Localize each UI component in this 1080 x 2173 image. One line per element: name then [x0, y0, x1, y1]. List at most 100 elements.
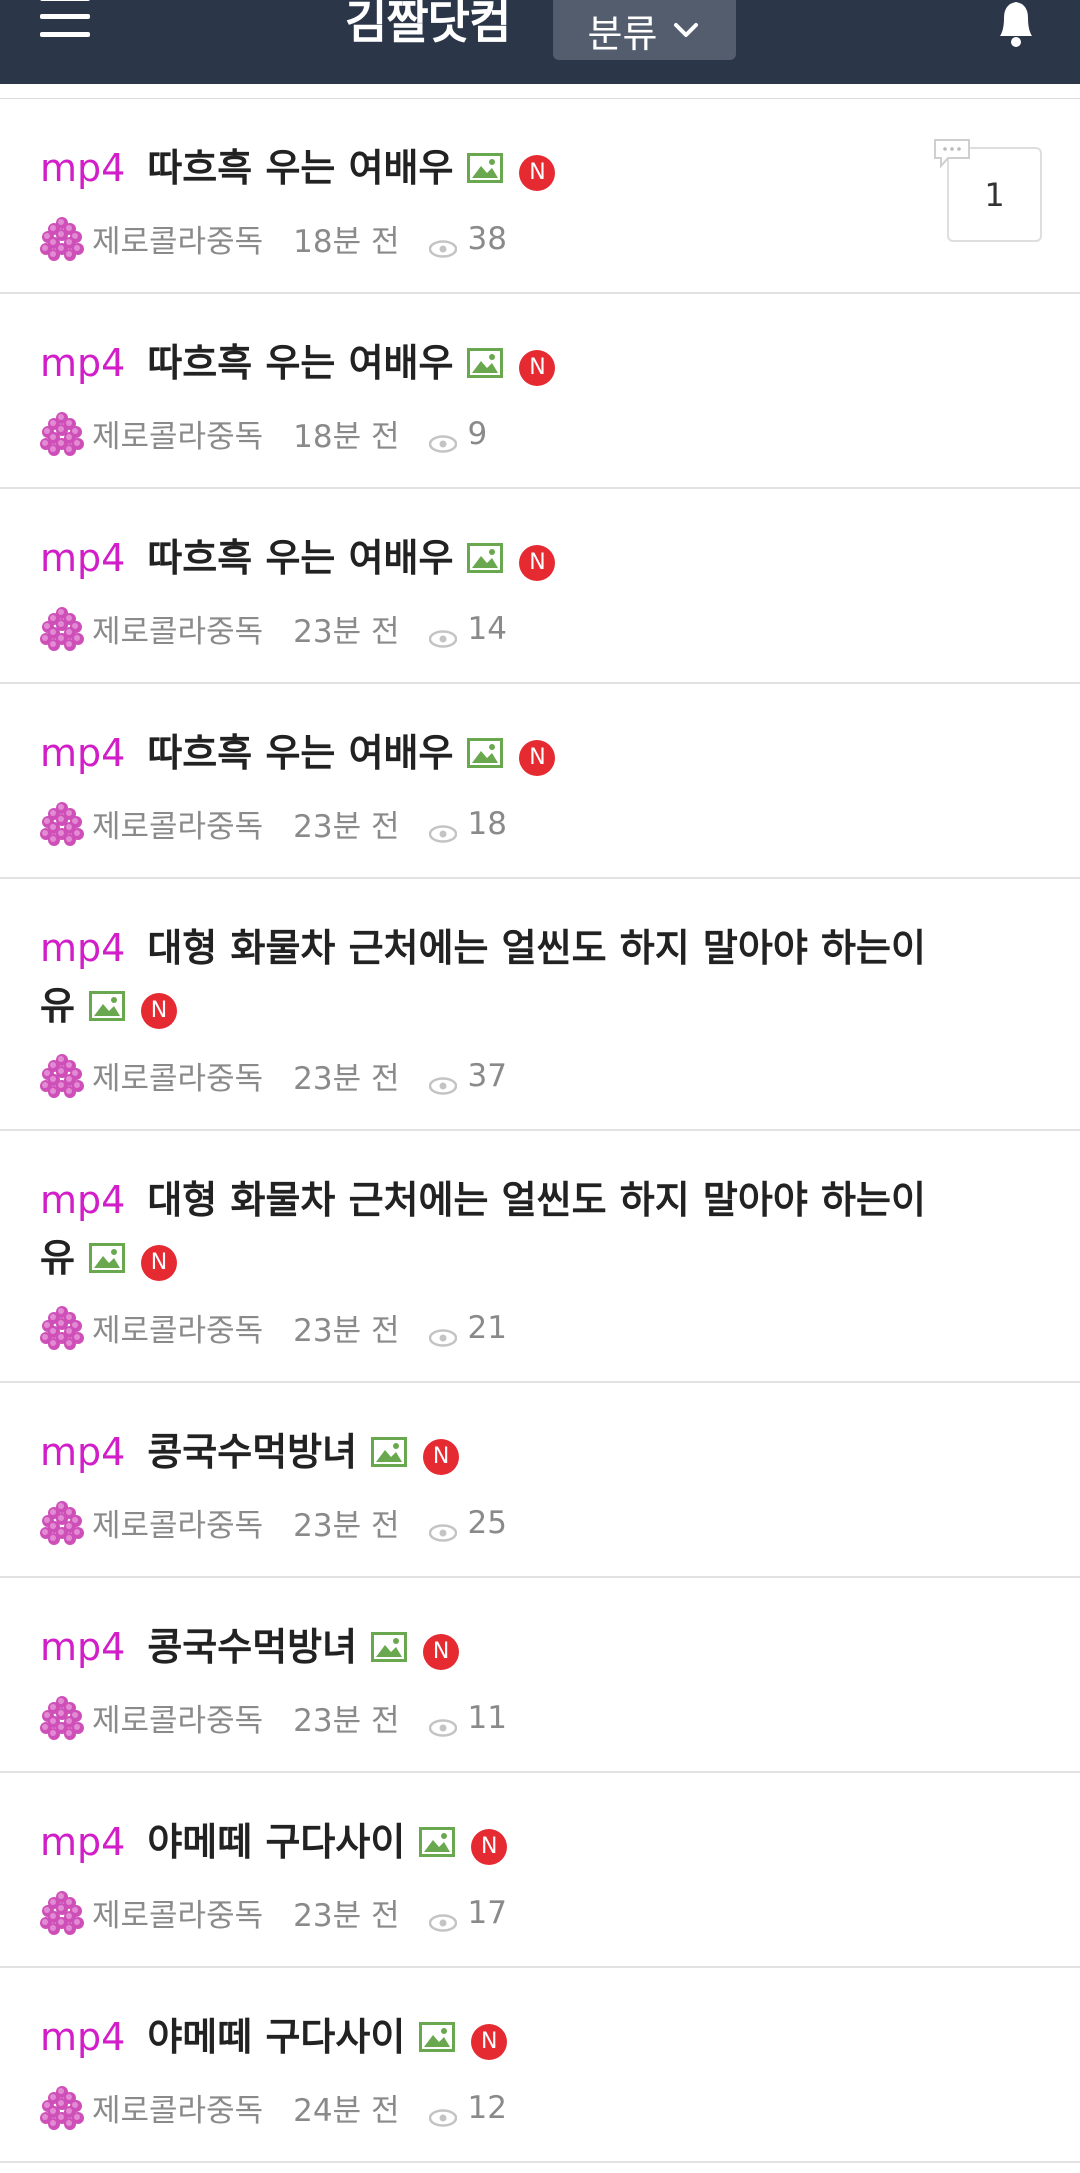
post-title-line[interactable]: mp4 따흐흑 우는 여배우 N [40, 139, 960, 197]
author-name[interactable]: 제로콜라중독 [92, 801, 263, 846]
eye-icon [429, 425, 458, 453]
post-tag[interactable]: mp4 [40, 1625, 125, 1669]
author-name[interactable]: 제로콜라중독 [92, 1305, 263, 1350]
list-item[interactable]: mp4 대형 화물차 근처에는 얼씬도 하지 말아야 하는이유 N 제로콜라중독 23분… [0, 1131, 1080, 1383]
post-title-line[interactable]: mp4 따흐흑 우는 여배우 N [40, 334, 960, 392]
bell-icon[interactable] [992, 0, 1040, 50]
post-time: 18분 전 [293, 419, 400, 455]
post-meta: 제로콜라중독 23분 전 37 [40, 1053, 507, 1098]
avatar[interactable] [40, 411, 84, 456]
view-count: 9 [467, 415, 488, 452]
list-item[interactable]: mp4 따흐흑 우는 여배우 N 제로콜라중독 18분 전 38 1 [0, 99, 1080, 294]
category-label: 분류 [587, 11, 658, 56]
image-icon [88, 1231, 125, 1273]
image-icon [88, 979, 125, 1021]
comment-bubble-icon [932, 137, 972, 169]
view-count: 38 [467, 220, 507, 257]
new-badge: N [140, 993, 177, 1029]
post-time: 18분 전 [293, 224, 400, 260]
post-title[interactable]: 따흐흑 우는 여배우 [147, 536, 453, 580]
avatar[interactable] [40, 216, 84, 261]
list-item[interactable]: mp4 따흐흑 우는 여배우 N 제로콜라중독 23분 전 18 [0, 684, 1080, 879]
site-title[interactable]: 김짤닷컴 [345, 0, 511, 52]
post-list: mp4 따흐흑 우는 여배우 N 제로콜라중독 18분 전 38 1 mp4 따흐흑 우는 여배… [0, 99, 1080, 2163]
avatar[interactable] [40, 801, 84, 846]
list-item[interactable]: mp4 콩국수먹방녀 N 제로콜라중독 23분 전 11 [0, 1578, 1080, 1773]
post-tag[interactable]: mp4 [40, 1178, 125, 1222]
list-item[interactable]: mp4 콩국수먹방녀 N 제로콜라중독 23분 전 25 [0, 1383, 1080, 1578]
post-title-line[interactable]: mp4 대형 화물차 근처에는 얼씬도 하지 말아야 하는이유 N [40, 919, 960, 1035]
new-badge: N [471, 2024, 508, 2060]
post-title[interactable]: 야메떼 구다사이 [147, 1820, 405, 1864]
list-item[interactable]: mp4 따흐흑 우는 여배우 N 제로콜라중독 18분 전 9 [0, 294, 1080, 489]
image-icon [467, 531, 504, 573]
eye-icon [429, 1067, 458, 1095]
post-tag[interactable]: mp4 [40, 341, 125, 385]
author-name[interactable]: 제로콜라중독 [92, 1695, 263, 1740]
post-tag[interactable]: mp4 [40, 1430, 125, 1474]
author-name[interactable]: 제로콜라중독 [92, 1500, 263, 1545]
avatar[interactable] [40, 1890, 84, 1935]
eye-icon [429, 1319, 458, 1347]
category-dropdown[interactable]: 분류 [553, 0, 736, 60]
post-title-line[interactable]: mp4 콩국수먹방녀 N [40, 1423, 960, 1481]
post-meta: 제로콜라중독 23분 전 25 [40, 1500, 507, 1545]
avatar[interactable] [40, 1305, 84, 1350]
post-title[interactable]: 따흐흑 우는 여배우 [147, 731, 453, 775]
author-name[interactable]: 제로콜라중독 [92, 411, 263, 456]
post-time: 23분 전 [293, 1898, 400, 1934]
post-title-line[interactable]: mp4 따흐흑 우는 여배우 N [40, 529, 960, 587]
post-title[interactable]: 따흐흑 우는 여배우 [147, 341, 453, 385]
eye-icon [429, 230, 458, 258]
list-item[interactable]: mp4 야메떼 구다사이 N 제로콜라중독 23분 전 17 [0, 1773, 1080, 1968]
list-item[interactable]: mp4 대형 화물차 근처에는 얼씬도 하지 말아야 하는이유 N 제로콜라중독 23분… [0, 879, 1080, 1131]
eye-icon [429, 1709, 458, 1737]
avatar[interactable] [40, 606, 84, 651]
post-title-line[interactable]: mp4 콩국수먹방녀 N [40, 1618, 960, 1676]
post-title[interactable]: 콩국수먹방녀 [147, 1625, 357, 1669]
post-tag[interactable]: mp4 [40, 1820, 125, 1864]
post-title-line[interactable]: mp4 따흐흑 우는 여배우 N [40, 724, 960, 782]
avatar[interactable] [40, 1500, 84, 1545]
post-meta: 제로콜라중독 18분 전 9 [40, 411, 487, 456]
post-title-line[interactable]: mp4 야메떼 구다사이 N [40, 1813, 960, 1871]
view-count: 21 [467, 1309, 507, 1346]
image-icon [467, 726, 504, 768]
eye-icon [429, 1514, 458, 1542]
new-badge: N [471, 1829, 508, 1865]
post-title[interactable]: 따흐흑 우는 여배우 [147, 146, 453, 190]
post-meta: 제로콜라중독 23분 전 11 [40, 1695, 507, 1740]
post-meta: 제로콜라중독 23분 전 21 [40, 1305, 507, 1350]
image-icon [419, 1815, 456, 1857]
post-title-line[interactable]: mp4 대형 화물차 근처에는 얼씬도 하지 말아야 하는이유 N [40, 1171, 960, 1287]
list-item[interactable]: mp4 야메떼 구다사이 N 제로콜라중독 24분 전 12 [0, 1968, 1080, 2163]
post-meta: 제로콜라중독 23분 전 17 [40, 1890, 507, 1935]
view-count: 25 [467, 1504, 507, 1541]
post-title[interactable]: 야메떼 구다사이 [147, 2015, 405, 2059]
list-item[interactable]: mp4 따흐흑 우는 여배우 N 제로콜라중독 23분 전 14 [0, 489, 1080, 684]
new-badge: N [519, 740, 556, 776]
avatar[interactable] [40, 2085, 84, 2130]
post-tag[interactable]: mp4 [40, 2015, 125, 2059]
author-name[interactable]: 제로콜라중독 [92, 2085, 263, 2130]
image-icon [467, 141, 504, 183]
author-name[interactable]: 제로콜라중독 [92, 606, 263, 651]
post-meta: 제로콜라중독 23분 전 18 [40, 801, 507, 846]
eye-icon [429, 1904, 458, 1932]
eye-icon [429, 815, 458, 843]
post-time: 23분 전 [293, 1313, 400, 1349]
author-name[interactable]: 제로콜라중독 [92, 1890, 263, 1935]
author-name[interactable]: 제로콜라중독 [92, 216, 263, 261]
author-name[interactable]: 제로콜라중독 [92, 1053, 263, 1098]
post-time: 23분 전 [293, 614, 400, 650]
post-title[interactable]: 콩국수먹방녀 [147, 1430, 357, 1474]
hamburger-icon[interactable] [40, 0, 92, 44]
avatar[interactable] [40, 1053, 84, 1098]
post-title-line[interactable]: mp4 야메떼 구다사이 N [40, 2008, 960, 2066]
post-tag[interactable]: mp4 [40, 731, 125, 775]
post-tag[interactable]: mp4 [40, 926, 125, 970]
post-time: 23분 전 [293, 1061, 400, 1097]
avatar[interactable] [40, 1695, 84, 1740]
post-tag[interactable]: mp4 [40, 536, 125, 580]
post-tag[interactable]: mp4 [40, 146, 125, 190]
